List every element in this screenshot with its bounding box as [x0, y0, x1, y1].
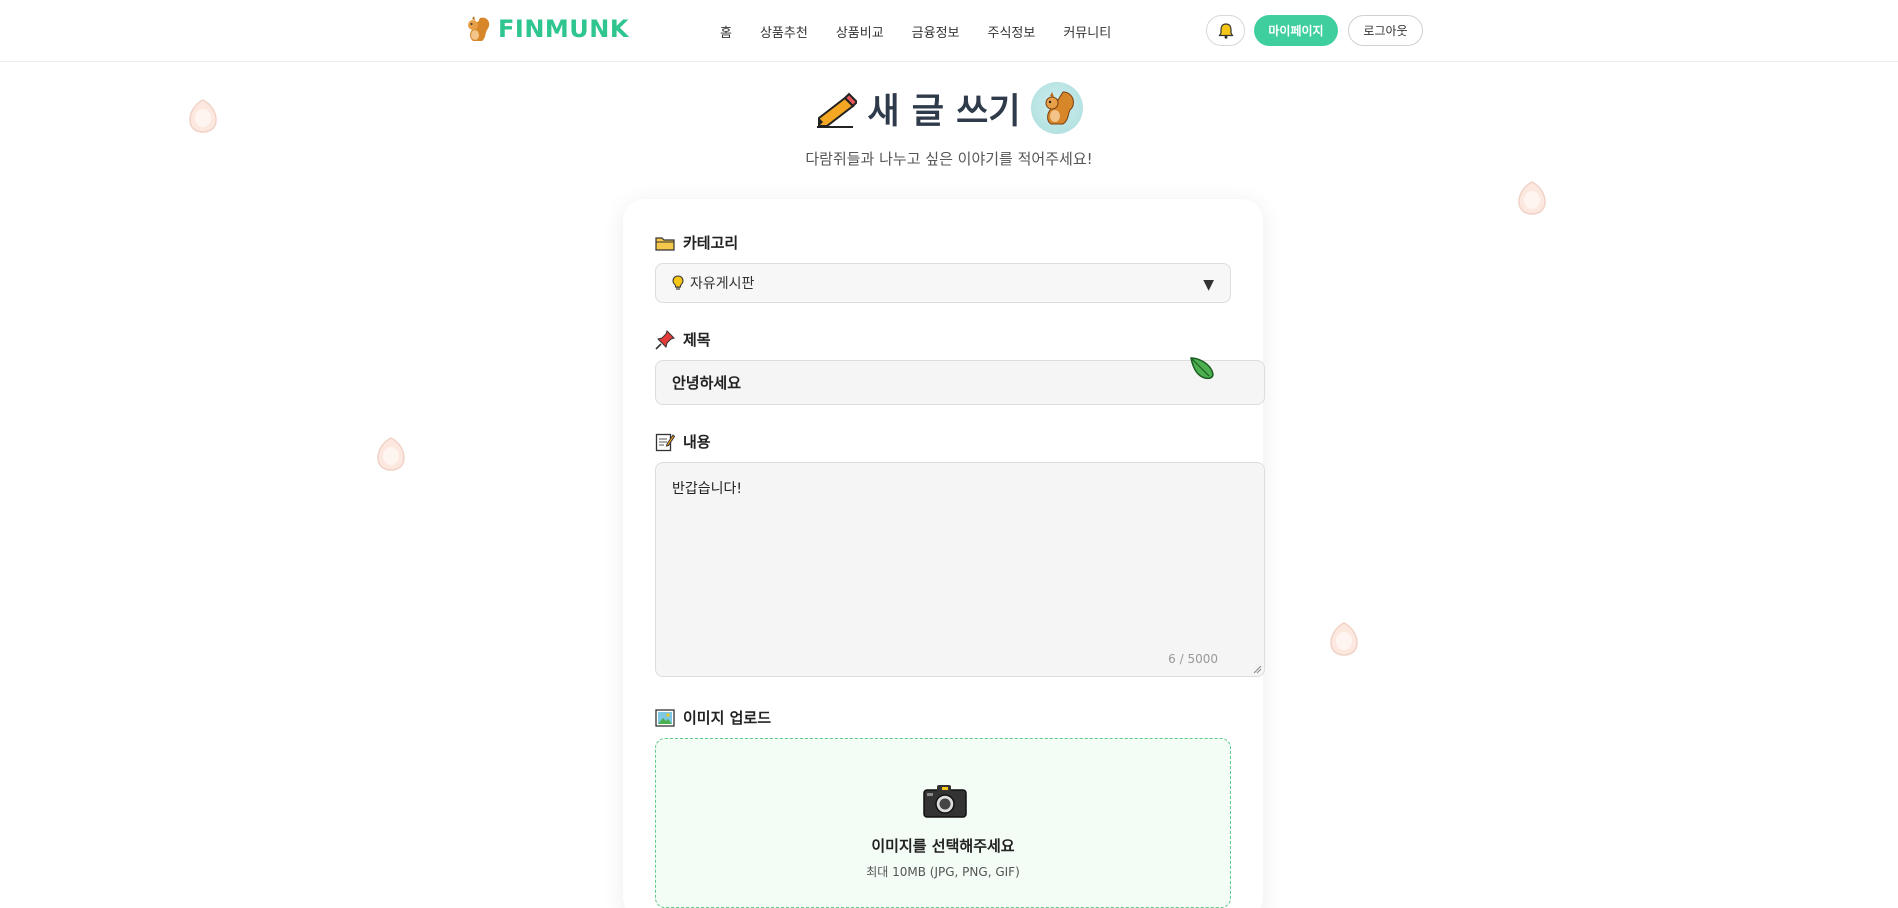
image-upload-label: 이미지 업로드: [683, 709, 772, 727]
content-label: 내용: [683, 433, 711, 451]
image-label-row: 이미지 업로드: [655, 707, 771, 728]
post-form-card: 카테고리 자유게시판 ▼ 제목 내용 반갑습니다! 6 / 5000: [623, 199, 1265, 908]
resize-handle-icon[interactable]: [1252, 664, 1262, 674]
content-label-row: 내용: [655, 431, 711, 452]
upload-prompt: 이미지를 선택해주세요: [871, 837, 1015, 855]
mypage-button[interactable]: 마이페이지: [1254, 15, 1338, 46]
page-title: 새 글 쓰기: [867, 91, 1021, 132]
nav-community[interactable]: 커뮤니티: [1063, 22, 1111, 41]
nav-compare[interactable]: 상품비교: [836, 22, 884, 41]
picture-icon: [655, 708, 675, 727]
squirrel-icon: [1045, 91, 1074, 125]
page-title-row: 새 글 쓰기: [0, 82, 1898, 134]
notification-button[interactable]: [1206, 15, 1245, 46]
nav-finance-info[interactable]: 금융정보: [912, 22, 960, 41]
logo[interactable]: FINMUNK: [462, 14, 629, 44]
category-label: 카테고리: [683, 234, 739, 252]
bell-icon: [1217, 22, 1234, 39]
camera-icon: [923, 785, 967, 818]
pushpin-icon: [655, 329, 675, 350]
page-subtitle: 다람쥐들과 나누고 싶은 이야기를 적어주세요!: [805, 150, 1093, 168]
acorn-icon: [1330, 622, 1358, 656]
chevron-down-icon: ▼: [1203, 277, 1214, 293]
nav-home[interactable]: 홈: [720, 22, 732, 41]
image-dropzone[interactable]: 이미지를 선택해주세요 최대 10MB (JPG, PNG, GIF): [655, 738, 1231, 908]
top-header: FINMUNK 홈 상품추천 상품비교 금융정보 주식정보 커뮤니티 마이페이지…: [0, 0, 1898, 62]
title-input[interactable]: [655, 360, 1265, 405]
brand-name: FINMUNK: [498, 15, 629, 43]
title-label-row: 제목: [655, 329, 711, 350]
leaf-cursor-icon: [1190, 357, 1214, 380]
memo-icon: [655, 433, 675, 451]
squirrel-avatar: [1030, 82, 1083, 134]
lightbulb-icon: [672, 275, 684, 290]
logout-button[interactable]: 로그아웃: [1348, 15, 1423, 46]
content-textarea[interactable]: 반갑습니다! 6 / 5000: [655, 462, 1265, 677]
upload-hint: 최대 10MB (JPG, PNG, GIF): [866, 865, 1020, 879]
squirrel-icon: [468, 16, 490, 41]
pencil-icon: [817, 92, 858, 128]
char-counter: 6 / 5000: [1168, 652, 1218, 666]
category-select[interactable]: 자유게시판 ▼: [655, 263, 1231, 303]
nav-stock-info[interactable]: 주식정보: [988, 22, 1036, 41]
title-label: 제목: [683, 331, 711, 349]
acorn-icon: [1518, 181, 1546, 215]
main-nav: 홈 상품추천 상품비교 금융정보 주식정보 커뮤니티: [720, 22, 1111, 41]
folder-icon: [655, 236, 675, 251]
acorn-icon: [377, 437, 405, 471]
content-text: 반갑습니다!: [672, 481, 743, 497]
category-label-row: 카테고리: [655, 232, 738, 253]
nav-recommend[interactable]: 상품추천: [760, 22, 808, 41]
category-selected-value: 자유게시판: [690, 276, 755, 292]
